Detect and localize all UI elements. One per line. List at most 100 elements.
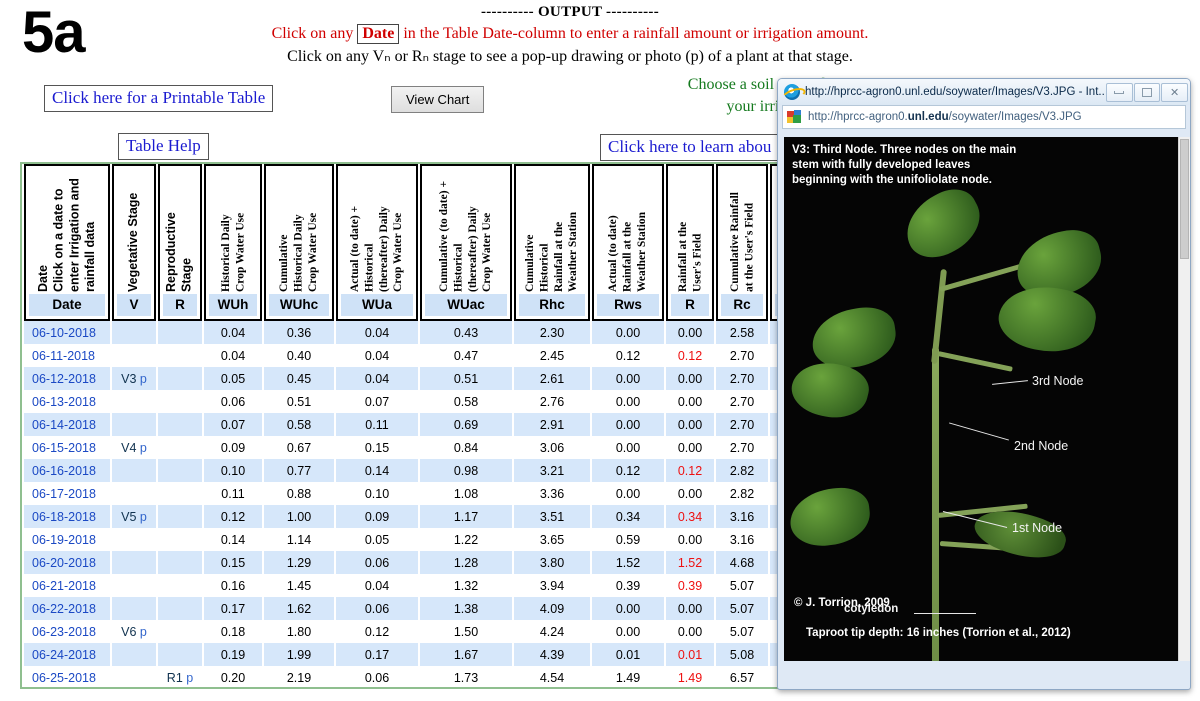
printable-table-button[interactable]: Click here for a Printable Table bbox=[44, 85, 274, 112]
popup-vertical-scrollbar[interactable] bbox=[1178, 137, 1190, 661]
stage-photo-link[interactable]: p bbox=[186, 671, 193, 685]
date-cell[interactable]: 06-23-2018 bbox=[24, 620, 110, 643]
cell-WUac: 0.47 bbox=[453, 348, 479, 363]
scrollbar-thumb[interactable] bbox=[1180, 139, 1189, 259]
date-cell[interactable]: 06-24-2018 bbox=[24, 643, 110, 666]
date-cell[interactable]: 06-16-2018 bbox=[24, 459, 110, 482]
column-header-full-label: Actual (to date) Rainfall at the Weather… bbox=[607, 212, 649, 292]
table-row: 06-20-2018 0.15 1.29 0.06 1.28 3.80 1.52 1.52 4.… bbox=[24, 551, 790, 574]
cell-WUhc: 0.88 bbox=[286, 486, 312, 501]
cell-Rhc: 3.65 bbox=[539, 532, 565, 547]
learn-about-button[interactable]: Click here to learn abou bbox=[600, 134, 780, 161]
vegetative-stage-cell[interactable]: V5 p bbox=[112, 505, 156, 528]
cell-Rws: 0.59 bbox=[615, 532, 641, 547]
cell-WUh: 0.05 bbox=[204, 367, 262, 390]
close-icon[interactable]: ✕ bbox=[1161, 82, 1188, 102]
stage-photo-link[interactable]: p bbox=[140, 441, 147, 455]
cell-R: 0.00 bbox=[677, 394, 703, 409]
date-cell[interactable]: 06-25-2018 bbox=[24, 666, 110, 687]
date-cell[interactable]: 06-12-2018 bbox=[24, 367, 110, 390]
date-cell[interactable]: 06-17-2018 bbox=[24, 482, 110, 505]
column-header-WUh: Historical Daily Crop Water Use WUh bbox=[204, 164, 262, 321]
column-header-Rws: Actual (to date) Rainfall at the Weather… bbox=[592, 164, 664, 321]
date-cell[interactable]: 06-13-2018 bbox=[24, 390, 110, 413]
cell-Rc: 3.16 bbox=[716, 505, 768, 528]
url-domain: unl.edu bbox=[907, 111, 949, 123]
vegetative-stage-cell bbox=[112, 597, 156, 620]
cell-WUa: 0.06 bbox=[336, 551, 418, 574]
cell-WUh: 0.04 bbox=[204, 321, 262, 344]
cell-WUa: 0.06 bbox=[336, 597, 418, 620]
column-header-abbr: WUa bbox=[341, 294, 413, 316]
cell-WUac: 0.43 bbox=[420, 321, 512, 344]
stage-photo-link[interactable]: p bbox=[140, 372, 147, 386]
table-row: 06-21-2018 0.16 1.45 0.04 1.32 3.94 0.39 0.39 5.… bbox=[24, 574, 790, 597]
cell-Rws: 0.00 bbox=[615, 440, 641, 455]
vegetative-stage-cell[interactable]: V4 p bbox=[112, 436, 156, 459]
cell-WUac: 1.17 bbox=[420, 505, 512, 528]
table-row: 06-19-2018 0.14 1.14 0.05 1.22 3.65 0.59 0.00 3.… bbox=[24, 528, 790, 551]
photo-credit: © J. Torrion, 2009 bbox=[794, 597, 890, 609]
cell-Rws: 1.52 bbox=[592, 551, 664, 574]
cell-WUhc: 2.19 bbox=[286, 670, 312, 685]
cell-WUa: 0.07 bbox=[364, 394, 390, 409]
site-favicon-icon bbox=[787, 110, 802, 124]
cell-R: 0.00 bbox=[666, 367, 714, 390]
column-header-V: Vegetative Stage V bbox=[112, 164, 156, 321]
cell-WUhc: 1.99 bbox=[264, 643, 334, 666]
cell-WUh: 0.17 bbox=[204, 597, 262, 620]
cell-Rc: 4.68 bbox=[716, 551, 768, 574]
cell-R: 0.00 bbox=[677, 486, 703, 501]
date-cell[interactable]: 06-18-2018 bbox=[24, 505, 110, 528]
date-cell[interactable]: 06-11-2018 bbox=[24, 344, 110, 367]
minimize-button[interactable] bbox=[1105, 82, 1133, 102]
cell-Rc: 2.70 bbox=[729, 394, 755, 409]
cell-WUh: 0.19 bbox=[204, 643, 262, 666]
restore-button[interactable] bbox=[1133, 82, 1161, 102]
vegetative-stage-cell[interactable]: V3 p bbox=[112, 367, 156, 390]
cell-WUhc: 0.36 bbox=[264, 321, 334, 344]
popup-titlebar[interactable]: http://hprcc-agron0.unl.edu/soywater/Ima… bbox=[778, 79, 1190, 105]
cell-Rws: 0.00 bbox=[615, 394, 641, 409]
reproductive-stage-cell bbox=[158, 574, 202, 597]
vegetative-stage-cell bbox=[112, 321, 156, 344]
column-header-full-label: Cumulative (to date) + Historical (there… bbox=[438, 181, 494, 292]
date-cell[interactable]: 06-14-2018 bbox=[24, 413, 110, 436]
date-cell[interactable]: 06-19-2018 bbox=[24, 528, 110, 551]
table-row: 06-24-2018 0.19 1.99 0.17 1.67 4.39 0.01 0.01 5.… bbox=[24, 643, 790, 666]
cell-WUa: 0.14 bbox=[336, 459, 418, 482]
cell-Rws: 0.12 bbox=[592, 459, 664, 482]
output-banner: ---------- OUTPUT ---------- bbox=[480, 4, 660, 20]
vegetative-stage-cell bbox=[112, 551, 156, 574]
table-row: 06-18-2018 V5 p 0.12 1.00 0.09 1.17 3.51 0.34 0.… bbox=[24, 505, 790, 528]
cell-Rws: 0.39 bbox=[615, 578, 641, 593]
stage-photo-link[interactable]: p bbox=[140, 510, 147, 524]
cell-Rws: 0.01 bbox=[592, 643, 664, 666]
cell-WUac: 1.22 bbox=[453, 532, 479, 547]
cell-Rc: 5.07 bbox=[729, 624, 755, 639]
cell-R: 0.34 bbox=[666, 505, 714, 528]
view-chart-button[interactable]: View Chart bbox=[391, 86, 485, 113]
table-row: 06-17-2018 0.11 0.88 0.10 1.08 3.36 0.00 0.00 2.… bbox=[24, 482, 790, 505]
cell-WUh: 0.15 bbox=[204, 551, 262, 574]
date-cell[interactable]: 06-15-2018 bbox=[24, 436, 110, 459]
stage-photo-link[interactable]: p bbox=[140, 625, 147, 639]
date-cell[interactable]: 06-22-2018 bbox=[24, 597, 110, 620]
cell-Rws: 0.00 bbox=[592, 321, 664, 344]
vegetative-stage-cell bbox=[112, 666, 156, 687]
column-header-abbr: R bbox=[163, 294, 197, 316]
date-cell[interactable]: 06-21-2018 bbox=[24, 574, 110, 597]
date-cell[interactable]: 06-20-2018 bbox=[24, 551, 110, 574]
vegetative-stage-cell[interactable]: V6 p bbox=[112, 620, 156, 643]
reproductive-stage-cell[interactable]: R1 p bbox=[158, 666, 202, 687]
reproductive-stage-cell bbox=[158, 505, 202, 528]
cell-WUh: 0.09 bbox=[220, 440, 246, 455]
table-help-button[interactable]: Table Help bbox=[118, 133, 209, 160]
cell-WUa: 0.05 bbox=[364, 532, 390, 547]
date-chip[interactable]: Date bbox=[357, 24, 400, 45]
cell-WUh: 0.10 bbox=[204, 459, 262, 482]
leader-cotyledon bbox=[914, 613, 976, 614]
date-cell[interactable]: 06-10-2018 bbox=[24, 321, 110, 344]
cell-WUh: 0.07 bbox=[204, 413, 262, 436]
popup-address-bar[interactable]: http://hprcc-agron0.unl.edu/soywater/Ima… bbox=[782, 105, 1186, 129]
